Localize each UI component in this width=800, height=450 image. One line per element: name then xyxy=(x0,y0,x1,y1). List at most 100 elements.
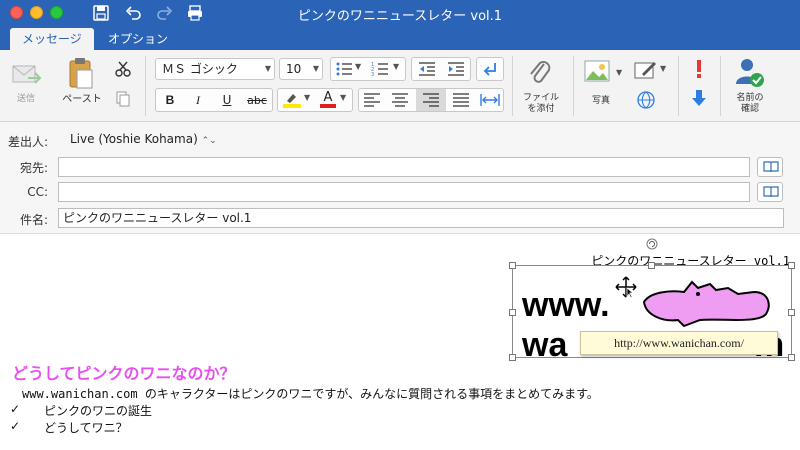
paste-icon[interactable] xyxy=(66,56,96,92)
hyperlink-icon[interactable] xyxy=(636,90,656,110)
chevron-down-icon[interactable]: ▼ xyxy=(340,93,346,102)
ribbon: 送信 ペースト ＭＳ ゴシック ▼ 10 ▼ ▼ 123 ▼ B I U abc… xyxy=(0,50,800,122)
high-importance-icon[interactable] xyxy=(692,58,706,80)
numbering-icon[interactable]: 123 xyxy=(371,61,389,77)
highlight-icon[interactable] xyxy=(282,91,302,109)
ribbon-separator xyxy=(145,56,146,116)
line-break-icon[interactable] xyxy=(481,60,499,78)
attach-file-label: ファイル を添付 xyxy=(518,93,564,115)
resize-handle[interactable] xyxy=(788,354,795,361)
resize-handle[interactable] xyxy=(648,262,655,269)
font-size-value: 10 xyxy=(286,62,302,76)
resize-handle[interactable] xyxy=(509,354,516,361)
paste-button-label: ペースト xyxy=(62,94,102,105)
cc-field[interactable] xyxy=(58,182,750,202)
from-account-value: Live (Yoshie Kohama) xyxy=(70,132,198,146)
address-book-icon xyxy=(763,161,779,173)
body-heading: どうしてピンクのワニなのか？ xyxy=(12,364,236,383)
resize-handle[interactable] xyxy=(509,309,516,316)
align-center-icon[interactable] xyxy=(391,93,409,107)
list-button-group: ▼ 123 ▼ xyxy=(330,57,406,81)
bold-button[interactable]: B xyxy=(159,89,181,111)
logo-text-line1: www. xyxy=(522,286,610,324)
ribbon-separator xyxy=(573,56,574,116)
chevron-down-icon: ▼ xyxy=(264,64,271,73)
font-color-label: A xyxy=(323,90,333,105)
ribbon-separator xyxy=(512,56,513,116)
from-label: 差出人: xyxy=(7,135,48,149)
pink-crocodile-image xyxy=(642,280,770,328)
cc-address-book-button[interactable] xyxy=(757,182,783,202)
list-item: ピンクのワニの誕生 xyxy=(44,404,153,418)
strikethrough-button[interactable]: abc xyxy=(244,89,270,111)
chevron-down-icon[interactable]: ▼ xyxy=(393,62,399,71)
from-account-selector[interactable]: Live (Yoshie Kohama) ⌃⌄ xyxy=(70,132,217,146)
align-left-icon[interactable] xyxy=(363,93,381,107)
font-name-dropdown[interactable]: ＭＳ ゴシック ▼ xyxy=(155,58,275,80)
color-button-group: ▼ A ▼ xyxy=(277,88,353,112)
move-cursor-icon xyxy=(615,276,637,298)
logo-text-line2-start: wa xyxy=(522,326,568,364)
to-field[interactable] xyxy=(58,157,750,177)
resize-handle[interactable] xyxy=(788,309,795,316)
picture-icon[interactable] xyxy=(584,60,612,84)
check-names-icon[interactable] xyxy=(734,56,766,90)
distributed-icon[interactable] xyxy=(480,93,500,107)
chevron-down-icon[interactable]: ▼ xyxy=(616,68,622,77)
ribbon-separator xyxy=(678,56,679,116)
rotate-handle-icon[interactable] xyxy=(646,238,658,250)
decrease-indent-icon[interactable] xyxy=(417,61,437,77)
check-names-label-line1: 名前の xyxy=(736,93,764,103)
font-color-button[interactable]: A xyxy=(318,89,338,111)
to-label: 宛先: xyxy=(19,161,48,175)
chevron-down-icon[interactable]: ▼ xyxy=(660,64,666,73)
address-book-icon xyxy=(763,186,779,198)
attach-file-label-line1: ファイル xyxy=(522,93,559,103)
body-intro: www.wanichan.com のキャラクターはピンクのワニですが、みんなに質… xyxy=(22,387,599,401)
bullet-mark: ✓ xyxy=(10,402,21,416)
check-names-label: 名前の 確認 xyxy=(728,93,772,115)
subject-label: 件名: xyxy=(19,213,48,227)
chevron-down-icon: ▼ xyxy=(312,64,319,73)
svg-text:3: 3 xyxy=(371,72,374,77)
window-title: ピンクのワニニュースレター vol.1 xyxy=(297,9,503,24)
low-importance-icon[interactable] xyxy=(690,88,708,108)
resize-handle[interactable] xyxy=(509,262,516,269)
check-names-label-line2: 確認 xyxy=(740,104,759,114)
ribbon-tab-bar: メッセージ オプション xyxy=(0,26,800,50)
send-icon[interactable] xyxy=(10,60,44,90)
attach-file-label-line2: を添付 xyxy=(527,104,555,114)
italic-button[interactable]: I xyxy=(187,89,209,111)
justify-icon[interactable] xyxy=(452,93,470,107)
font-size-dropdown[interactable]: 10 ▼ xyxy=(279,58,323,80)
subject-field[interactable]: ピンクのワニニュースレター vol.1 xyxy=(58,208,784,228)
underline-button[interactable]: U xyxy=(216,89,238,111)
paragraph-direction-group xyxy=(476,57,504,81)
format-button-group: B I U abc xyxy=(155,88,273,112)
cut-icon[interactable] xyxy=(114,60,132,78)
bullet-mark: ✓ xyxy=(10,419,21,433)
chevron-down-icon[interactable]: ▼ xyxy=(355,62,361,71)
tab-message[interactable]: メッセージ xyxy=(10,28,94,50)
tab-options[interactable]: オプション xyxy=(96,28,180,50)
font-name-value: ＭＳ ゴシック xyxy=(162,62,238,76)
copy-icon[interactable] xyxy=(114,90,132,108)
list-item: どうしてワニ？ xyxy=(44,421,128,435)
chevron-down-icon[interactable]: ▼ xyxy=(304,93,310,102)
signature-icon[interactable] xyxy=(634,60,658,80)
indent-button-group xyxy=(411,57,471,81)
ribbon-separator xyxy=(720,56,721,116)
chevron-updown-icon: ⌃⌄ xyxy=(201,136,217,146)
title-bar: ピンクのワニニュースレター vol.1 xyxy=(0,0,800,26)
align-right-icon[interactable] xyxy=(422,93,440,107)
address-book-button[interactable] xyxy=(757,157,783,177)
cc-label: CC: xyxy=(27,185,48,199)
send-button-label: 送信 xyxy=(16,94,35,104)
increase-indent-icon[interactable] xyxy=(446,61,466,77)
paperclip-icon[interactable] xyxy=(526,56,554,90)
picture-button-label: 写真 xyxy=(591,96,610,106)
font-color-swatch xyxy=(320,104,336,108)
alignment-button-group xyxy=(358,88,504,112)
bullets-icon[interactable] xyxy=(335,61,353,77)
resize-handle[interactable] xyxy=(788,262,795,269)
